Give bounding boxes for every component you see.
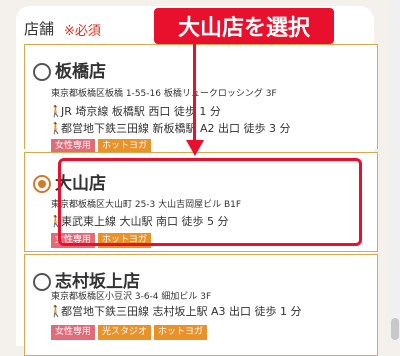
annotation-label: 大山店を選択 [154, 8, 334, 44]
radio-button[interactable] [33, 63, 51, 81]
store-address: 東京都板橋区板橋 1-55-16 板橋リュークロッシング 3F [51, 89, 277, 99]
badge-women-only: 女性専用 [51, 325, 96, 340]
required-mark: ※必須 [64, 24, 101, 39]
access-line: 🚶東武東上線 大山駅 南口 徒歩 5 分 [49, 215, 229, 228]
walk-icon: 🚶 [49, 122, 63, 135]
store-address: 東京都板橋区大山町 25-3 大山吉岡屋ビル B1F [51, 200, 242, 210]
walk-icon: 🚶 [49, 305, 63, 318]
annotation-arrow-shaft [193, 44, 196, 144]
store-address: 東京都板橋区小豆沢 3-6-4 細加ビル 3F [51, 292, 212, 302]
access-line: 🚶都営地下鉄三田線 新板橋駅 A2 出口 徒歩 3 分 [49, 122, 291, 135]
scrollbar-thumb[interactable] [391, 318, 399, 340]
badge-hot-yoga: ホットヨガ [154, 325, 208, 340]
walk-icon: 🚶 [49, 105, 63, 118]
radio-button[interactable] [33, 273, 51, 291]
badge-list: 女性専用 ホットヨガ [51, 233, 152, 248]
badge-light-studio: 光スタジオ [98, 325, 152, 340]
store-option-shimurasakaue[interactable]: 志村坂上店 東京都板橋区小豆沢 3-6-4 細加ビル 3F 🚶都営地下鉄三田線 … [24, 254, 378, 356]
store-name: 板橋店 [55, 62, 106, 82]
store-name: 大山店 [55, 174, 106, 194]
store-field-label: 店舗 [24, 20, 55, 38]
badge-women-only: 女性専用 [51, 233, 96, 248]
badge-list: 女性専用 光スタジオ ホットヨガ [51, 325, 208, 340]
access-line: 🚶都営地下鉄三田線 志村坂上駅 A3 出口 徒歩 1 分 [49, 305, 302, 318]
annotation-arrow-icon [186, 140, 204, 156]
store-option-itabashi[interactable]: 板橋店 東京都板橋区板橋 1-55-16 板橋リュークロッシング 3F 🚶JR … [24, 44, 378, 154]
scrollbar-track[interactable] [390, 0, 400, 340]
radio-button-checked[interactable] [33, 175, 51, 193]
store-option-oyama[interactable]: 大山店 東京都板橋区大山町 25-3 大山吉岡屋ビル B1F 🚶東武東上線 大山… [24, 152, 378, 252]
badge-hot-yoga: ホットヨガ [98, 233, 152, 248]
walk-icon: 🚶 [49, 215, 63, 228]
